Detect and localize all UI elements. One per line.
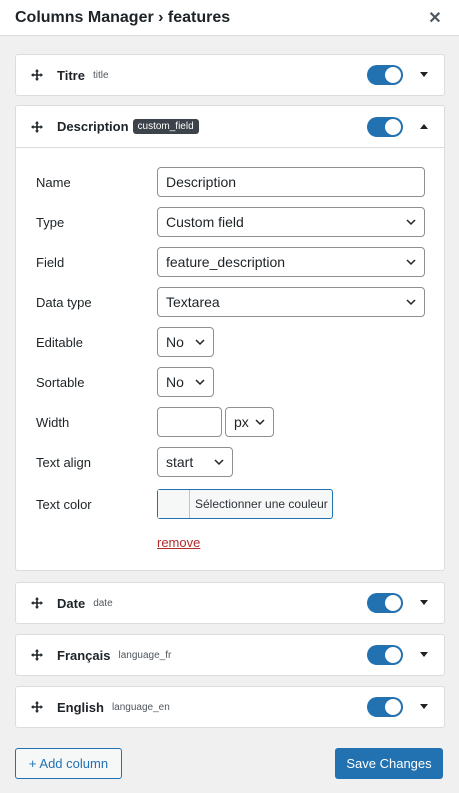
move-handle-icon[interactable]	[30, 120, 44, 134]
panel-title: Columns Manager › features	[15, 8, 231, 26]
add-column-button[interactable]: + Add column	[15, 748, 122, 779]
color-swatch	[158, 490, 190, 518]
name-label: Name	[36, 174, 71, 190]
column-toggle[interactable]	[367, 593, 403, 613]
type-label: Type	[36, 214, 65, 230]
width-label: Width	[36, 414, 70, 430]
color-label: Text color	[36, 496, 92, 512]
datatype-label: Data type	[36, 294, 92, 310]
chevron-down-icon	[195, 339, 205, 346]
chevron-down-icon[interactable]	[419, 650, 429, 660]
column-toggle[interactable]	[367, 697, 403, 717]
remove-link[interactable]: remove	[157, 535, 200, 550]
column-type-badge: custom_field	[132, 119, 199, 134]
move-handle-icon[interactable]	[30, 648, 44, 662]
datatype-select[interactable]: Textarea	[157, 287, 425, 317]
field-label: Field	[36, 254, 65, 270]
sortable-label: Sortable	[36, 374, 85, 390]
chevron-up-icon[interactable]	[419, 122, 429, 132]
sortable-select[interactable]: No	[157, 367, 214, 397]
align-select[interactable]: start	[157, 447, 233, 477]
chevron-down-icon[interactable]	[419, 598, 429, 608]
column-type: language_en	[111, 701, 170, 713]
field-select[interactable]: feature_description	[157, 247, 425, 277]
column-toggle[interactable]	[367, 116, 403, 137]
color-picker-button[interactable]: Sélectionner une couleur	[157, 489, 333, 519]
chevron-down-icon[interactable]	[419, 702, 429, 712]
column-label[interactable]: Français	[57, 648, 110, 663]
color-button-label: Sélectionner une couleur	[195, 497, 328, 511]
editable-label: Editable	[36, 334, 83, 350]
move-handle-icon[interactable]	[30, 68, 44, 82]
chevron-down-icon[interactable]	[419, 70, 429, 80]
column-type: language_fr	[118, 649, 172, 661]
move-handle-icon[interactable]	[30, 596, 44, 610]
column-item-titre: Titre title	[15, 54, 445, 96]
width-input[interactable]	[157, 407, 222, 437]
chevron-down-icon	[406, 299, 416, 306]
chevron-down-icon	[406, 219, 416, 226]
column-toggle[interactable]	[367, 645, 403, 665]
chevron-down-icon	[255, 419, 265, 426]
column-item-date: Date date	[15, 582, 445, 624]
column-item-francais: Français language_fr	[15, 634, 445, 676]
column-item-description: Description custom_field Name Descriptio…	[15, 105, 445, 571]
column-label[interactable]: Titre	[57, 68, 85, 83]
chevron-down-icon	[195, 379, 205, 386]
move-handle-icon[interactable]	[30, 700, 44, 714]
chevron-down-icon	[406, 259, 416, 266]
column-type: title	[92, 69, 109, 81]
column-toggle[interactable]	[367, 65, 403, 85]
align-label: Text align	[36, 454, 91, 470]
column-label[interactable]: Date	[57, 596, 85, 611]
type-select[interactable]: Custom field	[157, 207, 425, 237]
column-item-english: English language_en	[15, 686, 445, 728]
column-settings-form: Name Description Type Custom field Field…	[16, 148, 444, 558]
editable-select[interactable]: No	[157, 327, 214, 357]
panel-header: Columns Manager › features ✕	[0, 0, 459, 36]
width-unit-select[interactable]: px	[225, 407, 274, 437]
column-label[interactable]: Description	[57, 119, 129, 134]
chevron-down-icon	[214, 459, 224, 466]
close-icon[interactable]: ✕	[426, 8, 444, 28]
columns-manager-panel: Columns Manager › features ✕ Titre title…	[0, 0, 459, 793]
column-type: date	[93, 597, 113, 609]
save-changes-button[interactable]: Save Changes	[335, 748, 443, 779]
column-label[interactable]: English	[57, 700, 104, 715]
name-input[interactable]: Description	[157, 167, 425, 197]
